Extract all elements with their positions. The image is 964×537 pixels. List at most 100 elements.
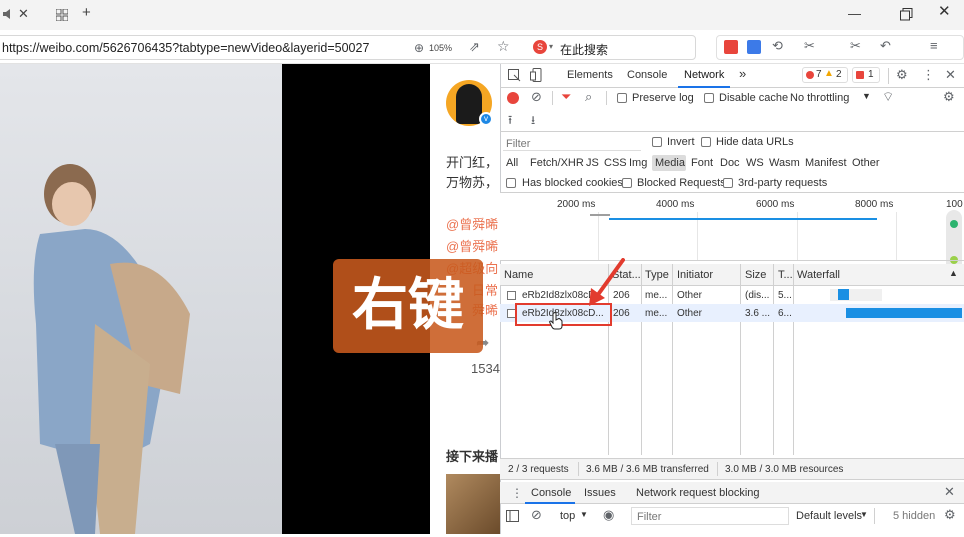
drawer-tab-blocking[interactable]: Network request blocking [636,487,760,499]
preserve-log-label: Preserve log [632,92,694,104]
more-tabs-button[interactable]: » [739,66,746,81]
drawer-close-icon[interactable]: ✕ [944,485,955,498]
pdf-extension-icon[interactable] [724,40,738,54]
section-title: 接下来播 [446,449,499,464]
minimize-icon[interactable]: — [848,7,861,20]
devtools-close-icon[interactable]: ✕ [945,68,956,81]
column-size[interactable]: Size [745,269,766,281]
column-type[interactable]: Type [645,269,669,281]
levels-dropdown-icon[interactable]: ▼ [860,510,868,519]
filter-funnel-icon[interactable]: ⏷ [561,90,571,103]
dropdown-icon[interactable]: ▾ [549,42,553,51]
blocked-requests-checkbox[interactable] [622,178,632,188]
favorite-star-icon[interactable]: ☆ [497,39,510,53]
column-initiator[interactable]: Initiator [677,269,713,281]
drawer-tab-issues[interactable]: Issues [584,487,616,499]
blocked-cookies-checkbox[interactable] [506,178,516,188]
console-clear-icon[interactable]: ⊘ [531,508,542,521]
share-count: 1534 [471,361,500,376]
divider [578,462,579,476]
sort-icon[interactable]: ▲ [949,268,958,278]
zoom-icon[interactable]: ⊕ [414,42,424,54]
blocked-requests-label: Blocked Requests [637,177,726,189]
waterfall-bar [846,308,962,318]
mention-link[interactable]: @曾舜晞 [446,214,498,233]
info-icon [856,71,864,79]
export-har-icon[interactable]: ⭳ [531,114,535,126]
url-text[interactable]: https://weibo.com/5626706435?tabtype=new… [2,41,369,55]
third-party-checkbox[interactable] [723,178,733,188]
kebab-menu-icon[interactable]: ⋮ [922,68,935,81]
import-har-icon[interactable]: ⭱ [508,114,512,126]
disable-cache-checkbox[interactable] [704,93,714,103]
timeline-tick: 8000 ms [855,199,894,210]
settings-gear-icon[interactable]: ⚙ [896,68,908,81]
type-filter-ws[interactable]: WS [746,157,764,169]
undo-icon[interactable]: ↶ [880,39,891,52]
drawer-menu-icon[interactable]: ⋮ [511,487,523,499]
type-filter-all[interactable]: All [506,157,518,169]
menu-icon[interactable]: ≡ [930,39,938,52]
type-filter-wasm[interactable]: Wasm [769,157,800,169]
type-filter-fetch[interactable]: Fetch/XHR [530,157,584,169]
mention-link[interactable]: @曾舜晞 [446,236,498,255]
network-settings-icon[interactable]: ⚙ [943,90,955,103]
search-engine-icon[interactable]: S [533,40,547,54]
tools-icon[interactable]: ✂ [850,39,861,52]
context-dropdown-icon[interactable]: ▼ [580,510,588,519]
invert-checkbox[interactable] [652,137,662,147]
column-time[interactable]: T... [778,269,793,281]
tab-console[interactable]: Console [627,69,667,81]
clear-icon[interactable]: ⊘ [531,90,542,103]
console-settings-icon[interactable]: ⚙ [944,508,956,521]
translate-extension-icon[interactable] [747,40,761,54]
type-filter-media[interactable]: Media [655,157,685,169]
tab-close-icon[interactable]: ✕ [18,7,29,20]
throttling-dropdown-icon[interactable]: ▼ [862,91,871,101]
type-filter-other[interactable]: Other [852,157,880,169]
type-filter-manifest[interactable]: Manifest [805,157,847,169]
sidebar-toggle-icon[interactable] [506,510,519,525]
cut-icon[interactable]: ✂ [804,39,815,52]
tab-network[interactable]: Network [684,69,724,81]
search-box[interactable]: 在此搜索 [560,41,608,58]
zoom-level[interactable]: 105% [429,43,452,53]
throttling-select[interactable]: No throttling [790,92,849,104]
type-filter-img[interactable]: Img [629,157,647,169]
restore-icon[interactable] [900,8,913,24]
type-filter-js[interactable]: JS [586,157,599,169]
new-tab-icon[interactable]: + [82,5,91,20]
console-filter-placeholder: Filter [637,511,662,523]
network-conditions-icon[interactable]: ⌔ [882,90,894,103]
column-name[interactable]: Name [504,269,533,281]
default-levels-select[interactable]: Default levels [796,510,862,522]
tab-elements[interactable]: Elements [567,69,613,81]
window-close-icon[interactable]: ✕ [938,4,951,19]
live-expression-eye-icon[interactable]: ◉ [603,508,614,521]
tab-bar [0,0,964,30]
timeline-tick: 6000 ms [756,199,795,210]
tab-audio-icon[interactable] [2,8,14,20]
type-filter-doc[interactable]: Doc [720,157,740,169]
type-filter-font[interactable]: Font [691,157,713,169]
history-icon[interactable]: ⟲ [772,39,783,52]
drawer-tab-console[interactable]: Console [531,487,571,499]
waterfall-bar [838,289,849,300]
next-video-thumbnail[interactable] [446,474,500,534]
tab-grid-icon[interactable] [55,8,69,24]
hide-data-urls-checkbox[interactable] [701,137,711,147]
share-icon[interactable]: ⇗ [469,40,480,53]
device-toolbar-icon[interactable] [530,68,543,85]
timeline-tick: 100 [946,199,963,210]
timeline-divider [500,260,964,261]
column-waterfall[interactable]: Waterfall [797,269,840,281]
verified-icon: v [479,112,493,126]
search-icon[interactable]: ⌕ [585,90,592,103]
context-select[interactable]: top [560,510,575,522]
record-icon[interactable] [507,92,519,104]
video-thumbnail[interactable] [0,64,282,534]
inspect-icon[interactable] [508,69,521,85]
preserve-log-checkbox[interactable] [617,93,627,103]
type-filter-css[interactable]: CSS [604,157,627,169]
person-illustration [33,164,190,534]
